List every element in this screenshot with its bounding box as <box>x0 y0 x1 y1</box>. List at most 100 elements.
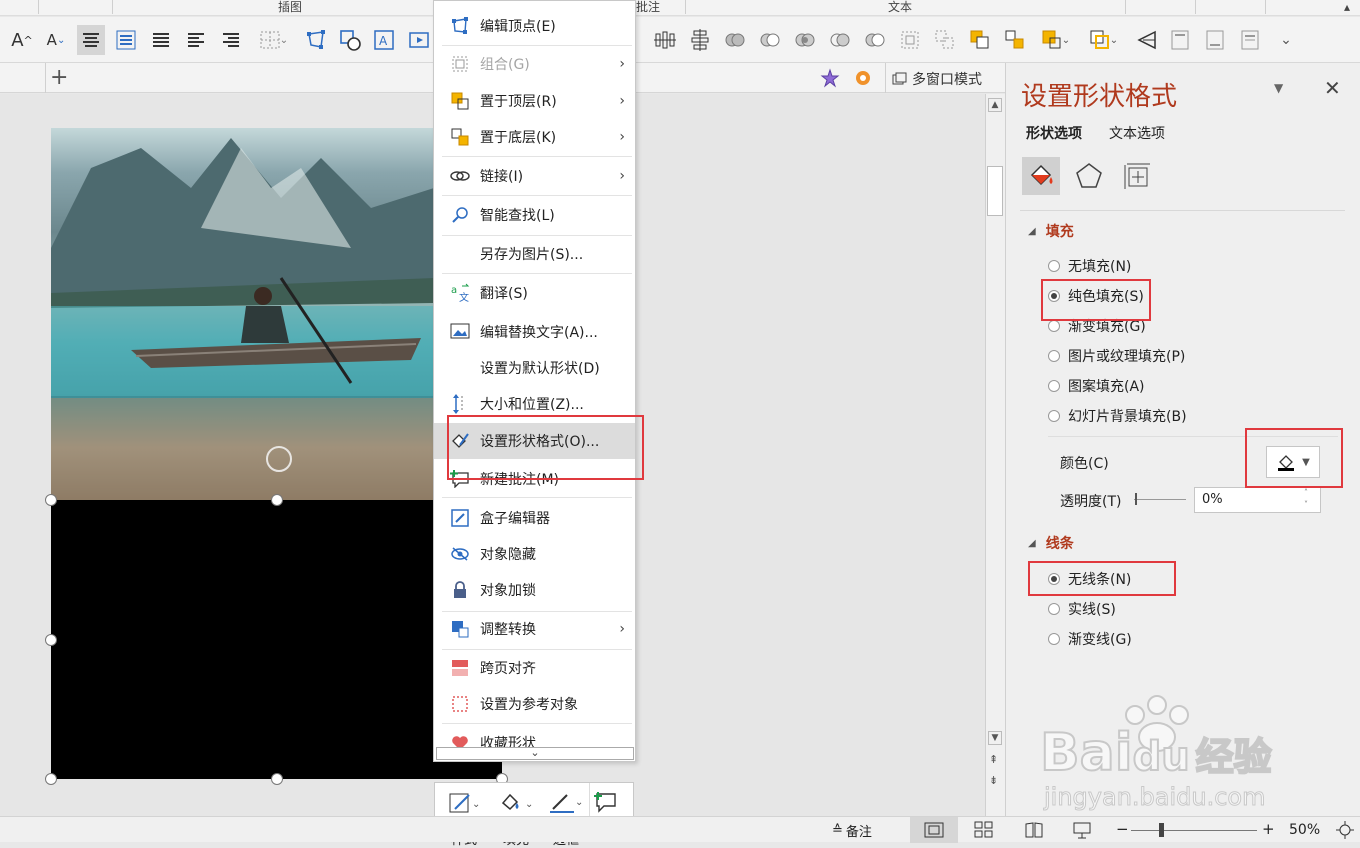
previous-slide-icon[interactable]: ⇞ <box>989 753 998 766</box>
merge-shapes-button[interactable] <box>721 25 749 55</box>
table-grid-button[interactable]: ⌄ <box>254 25 294 55</box>
normal-view-button[interactable] <box>910 817 958 843</box>
bring-forward-button[interactable] <box>966 25 994 55</box>
align-center-button[interactable] <box>77 25 105 55</box>
slide-photo[interactable] <box>51 128 434 500</box>
next-slide-icon[interactable]: ⇟ <box>989 774 998 787</box>
context-menu-item[interactable]: 设置为默认形状(D) <box>434 351 635 385</box>
context-menu-item[interactable]: 另存为图片(S)... <box>434 237 635 271</box>
edit-shape-button[interactable] <box>302 25 330 55</box>
size-properties-tab[interactable] <box>1122 161 1152 191</box>
fragment-shapes-button[interactable] <box>791 25 819 55</box>
pane-options-dropdown-icon[interactable]: ▼ <box>1274 81 1283 95</box>
align-left-button[interactable] <box>182 25 210 55</box>
transparency-slider-track[interactable] <box>1134 499 1186 500</box>
rotate-button[interactable] <box>1133 25 1161 55</box>
tab-text-options[interactable]: 文本选项 <box>1109 123 1165 143</box>
tab-shape-options[interactable]: 形状选项 <box>1026 123 1082 143</box>
radio-option[interactable]: 渐变线(G) <box>1048 629 1132 649</box>
resize-handle-bottom-left[interactable] <box>45 773 57 785</box>
bring-to-front-dropdown[interactable]: ⌄ <box>1036 25 1076 55</box>
subtract-shapes-button[interactable] <box>861 25 889 55</box>
context-menu-item[interactable]: 跨页对齐 <box>434 651 635 685</box>
shapes-button[interactable] <box>336 25 364 55</box>
context-menu-item[interactable]: 编辑顶点(E) <box>434 9 635 43</box>
resize-handle-top[interactable] <box>271 494 283 506</box>
context-menu-item[interactable]: 智能查找(L) <box>434 198 635 232</box>
zoom-slider-thumb[interactable] <box>1159 823 1164 837</box>
intersect-shapes-button[interactable] <box>826 25 854 55</box>
vertical-scrollbar[interactable]: ▲ ▼ ⇞ ⇟ <box>985 94 1005 816</box>
radio-button[interactable] <box>1048 380 1060 392</box>
decrease-font-size-button[interactable]: A ⌄ <box>42 25 70 55</box>
transparency-input[interactable]: 0% <box>1194 487 1321 513</box>
send-backward-button[interactable] <box>1001 25 1029 55</box>
text-align-top-button[interactable] <box>1166 25 1194 55</box>
close-pane-icon[interactable]: ✕ <box>1324 76 1341 100</box>
send-to-back-dropdown[interactable]: ⌄ <box>1084 25 1124 55</box>
context-menu-item[interactable]: 链接(I) › <box>434 159 635 193</box>
fill-section-header[interactable]: ◢ 填充 <box>1028 221 1074 241</box>
multi-window-mode-button[interactable]: 多窗口模式 <box>892 69 982 89</box>
context-menu-item[interactable]: 对象加锁 <box>434 573 635 607</box>
context-menu-item[interactable]: 置于顶层(R) › <box>434 84 635 118</box>
zoom-in-button[interactable]: + <box>1262 820 1275 838</box>
context-menu-item[interactable]: a 文翻译(S) <box>434 276 635 310</box>
radio-button[interactable] <box>1048 260 1060 272</box>
media-button[interactable] <box>405 25 433 55</box>
reading-view-button[interactable] <box>1024 821 1044 843</box>
text-align-bottom-button[interactable] <box>1201 25 1229 55</box>
align-objects-button[interactable] <box>896 25 924 55</box>
radio-button[interactable] <box>1048 410 1060 422</box>
justify-button[interactable] <box>147 25 175 55</box>
scroll-thumb[interactable] <box>987 166 1003 216</box>
radio-button[interactable] <box>1048 320 1060 332</box>
context-menu-item[interactable]: 组合(G) › <box>434 47 635 81</box>
fill-line-tab[interactable] <box>1022 157 1060 195</box>
resize-handle-top-left[interactable] <box>45 494 57 506</box>
slideshow-button[interactable] <box>1072 821 1092 843</box>
textbox-button[interactable]: A <box>370 25 398 55</box>
radio-button[interactable] <box>1048 350 1060 362</box>
context-menu-item[interactable]: 设置为参考对象 <box>434 687 635 721</box>
context-menu-item[interactable]: 对象隐藏 <box>434 537 635 571</box>
combine-shapes-button[interactable] <box>756 25 784 55</box>
effects-tab[interactable] <box>1074 161 1104 191</box>
radio-button[interactable] <box>1048 603 1060 615</box>
distribute-horizontal-button[interactable] <box>651 25 679 55</box>
wand-icon[interactable] <box>820 68 842 88</box>
scroll-down-icon[interactable]: ▼ <box>988 731 1002 745</box>
zoom-out-button[interactable]: − <box>1116 820 1129 838</box>
slide-sorter-button[interactable] <box>974 821 994 843</box>
group-objects-button[interactable] <box>931 25 959 55</box>
increase-font-size-button[interactable]: A ^ <box>8 25 36 55</box>
radio-option[interactable]: 图片或纹理填充(P) <box>1048 346 1185 366</box>
more-tools-icon[interactable]: ⌄ <box>1272 25 1300 55</box>
radio-button[interactable] <box>1048 633 1060 645</box>
radio-option[interactable]: 实线(S) <box>1048 599 1116 619</box>
context-menu-item[interactable]: 置于底层(K) › <box>434 120 635 154</box>
zoom-slider-track[interactable] <box>1131 830 1257 831</box>
context-menu-item[interactable]: 盒子编辑器 <box>434 501 635 535</box>
radio-option[interactable]: 图案填充(A) <box>1048 376 1145 396</box>
fit-to-window-button[interactable] <box>1336 821 1354 843</box>
resize-handle-left[interactable] <box>45 634 57 646</box>
text-direction-button[interactable] <box>1236 25 1264 55</box>
rotate-handle-icon[interactable] <box>266 446 292 472</box>
distribute-lines-button[interactable] <box>112 25 140 55</box>
line-section-header[interactable]: ◢ 线条 <box>1028 533 1074 553</box>
align-right-button[interactable] <box>217 25 245 55</box>
transparency-slider-thumb[interactable] <box>1135 493 1137 505</box>
resize-handle-bottom[interactable] <box>271 773 283 785</box>
gear-icon[interactable] <box>853 68 875 88</box>
menu-scroll-down-button[interactable]: ⌄ <box>436 747 634 760</box>
context-menu-item[interactable]: 编辑替换文字(A)... <box>434 315 635 349</box>
notes-button[interactable]: ≙ 备注 <box>832 821 872 840</box>
zoom-level[interactable]: 50% <box>1289 822 1320 838</box>
collapse-ribbon-icon[interactable]: ▴ <box>1344 0 1350 14</box>
radio-option[interactable]: 幻灯片背景填充(B) <box>1048 406 1187 426</box>
scroll-up-icon[interactable]: ▲ <box>988 98 1002 112</box>
radio-option[interactable]: 无填充(N) <box>1048 256 1131 276</box>
add-tab-button[interactable]: + <box>50 65 68 90</box>
transparency-spinner-icon[interactable]: ˄ ˅ <box>1304 487 1308 511</box>
